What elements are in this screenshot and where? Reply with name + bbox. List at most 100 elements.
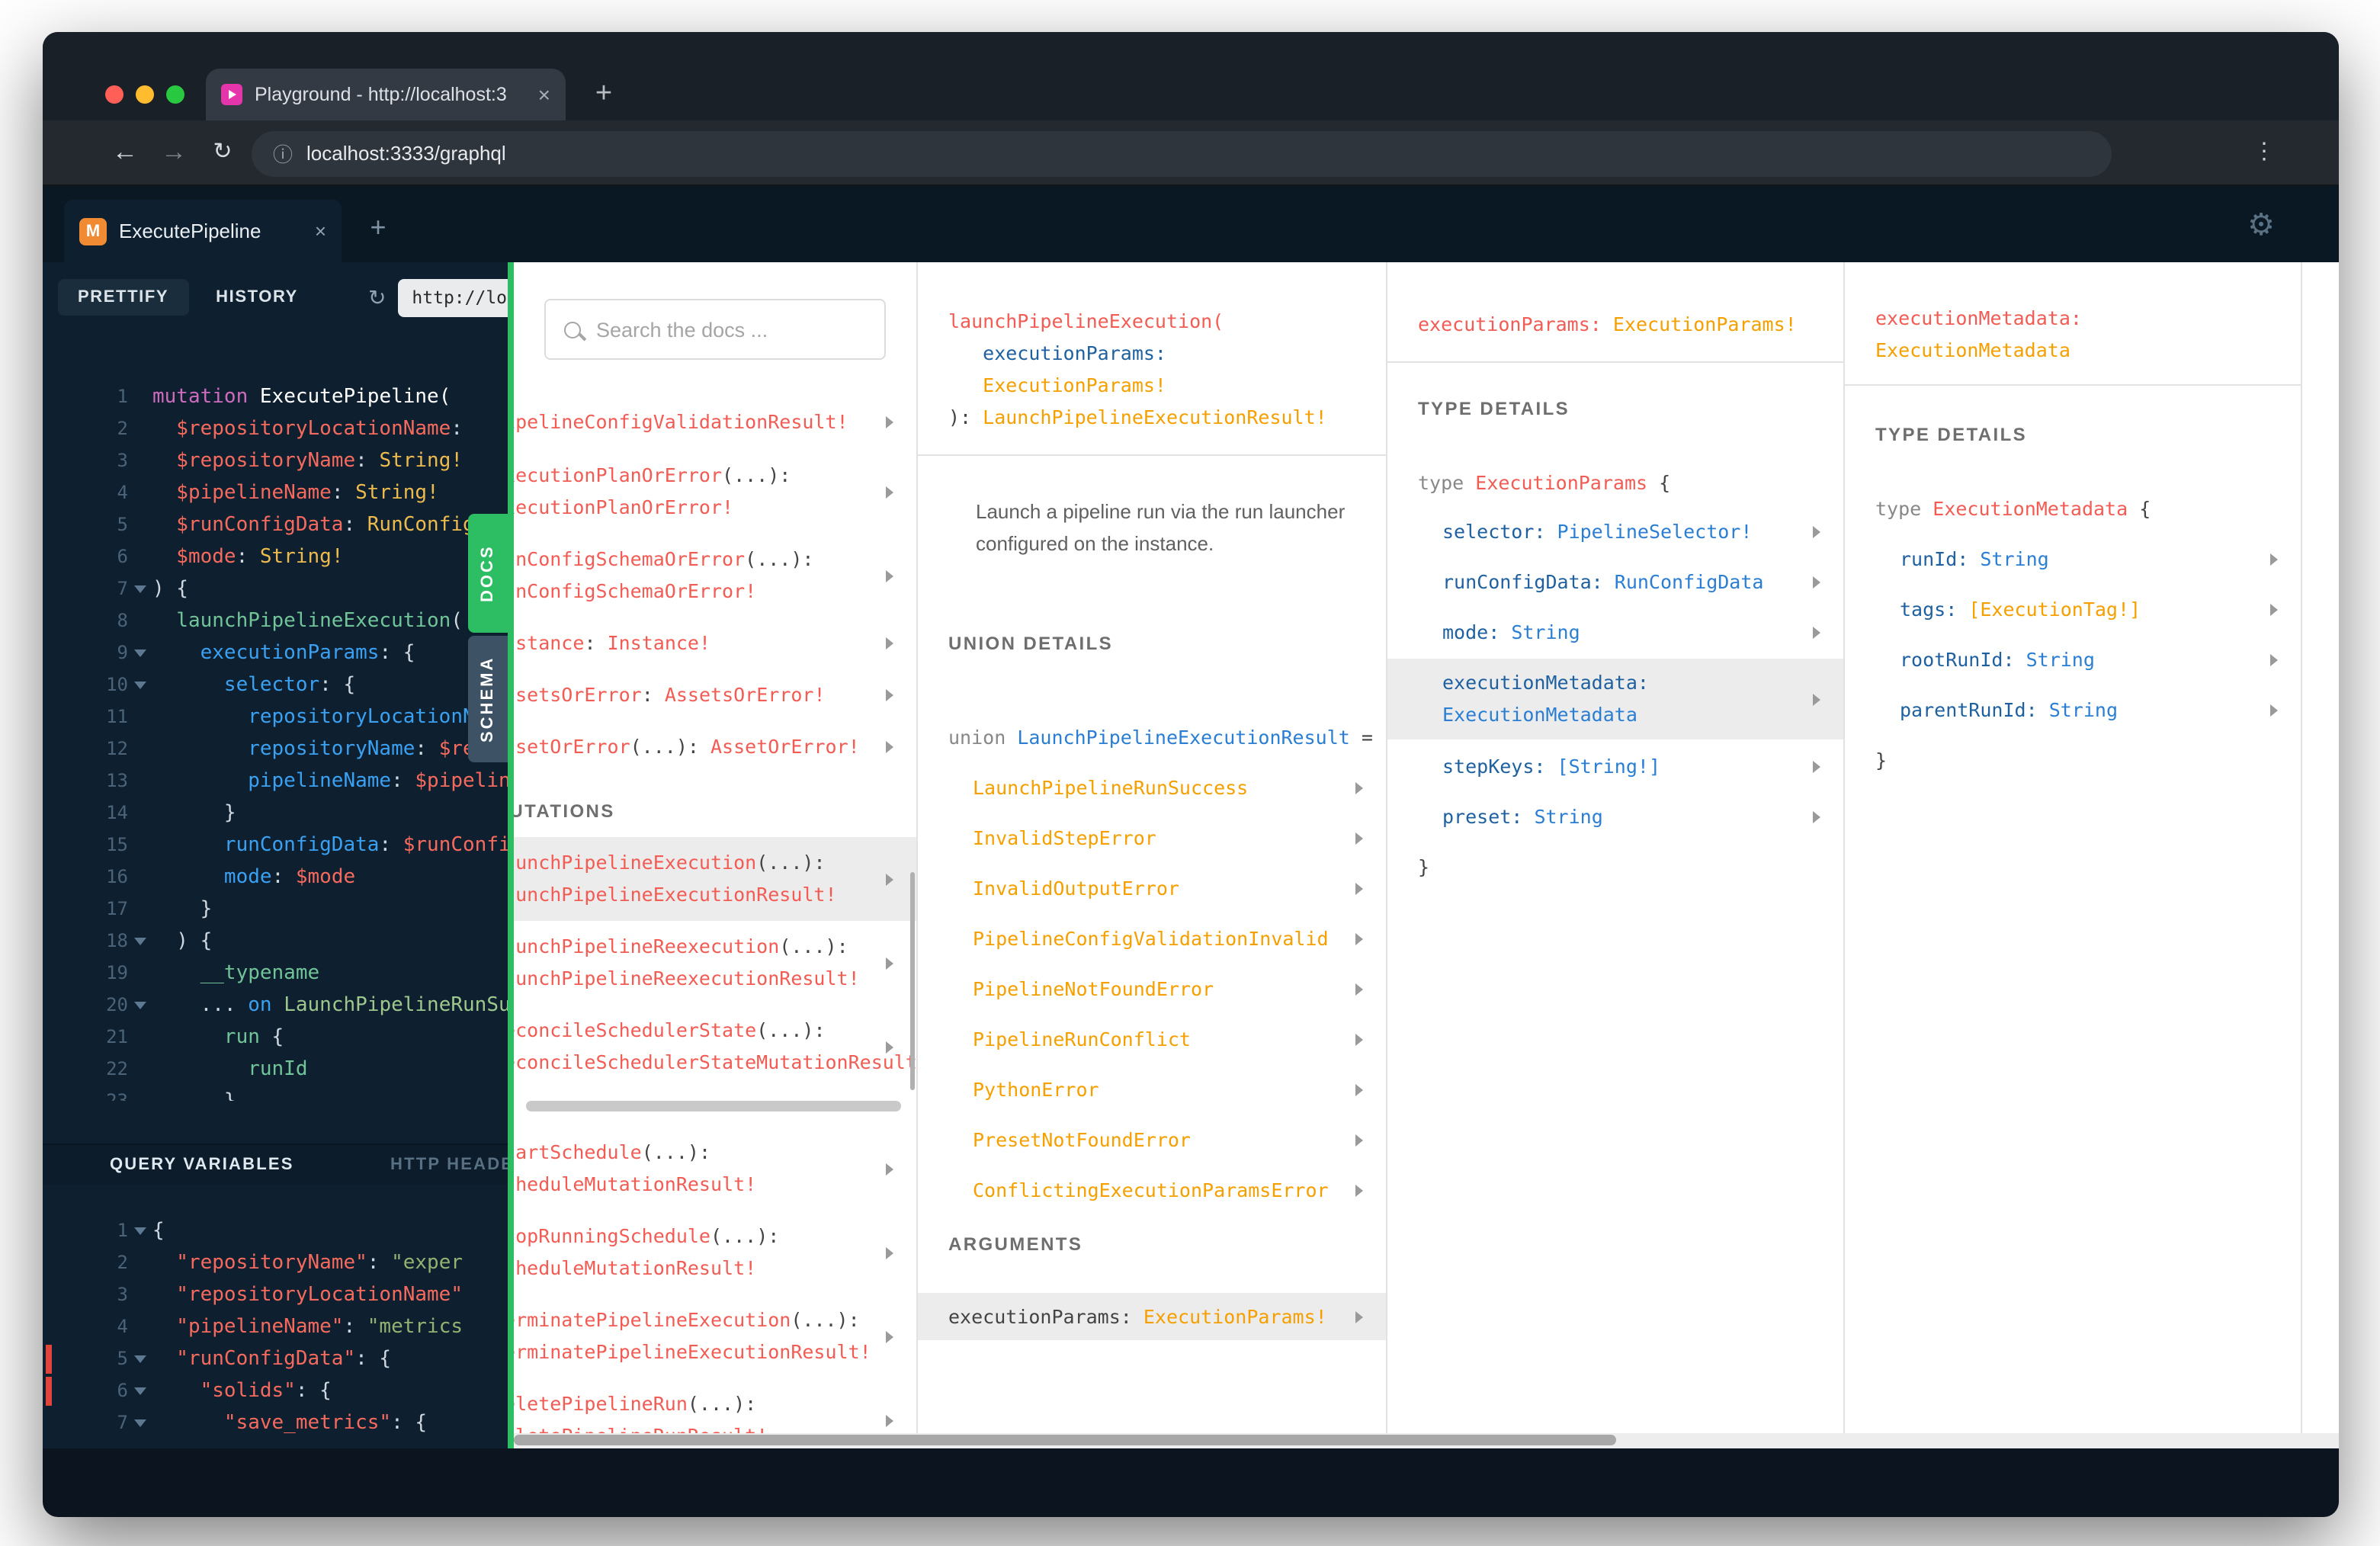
docs-resize-handle[interactable] — [508, 262, 514, 1448]
prettify-button[interactable]: PRETTIFY — [58, 279, 189, 316]
endpoint-reload-icon[interactable]: ↻ — [368, 284, 386, 310]
type-field[interactable]: runId: String — [1845, 543, 2301, 575]
horizontal-scrollbar[interactable] — [514, 1433, 2339, 1448]
type-field[interactable]: parentRunId: String — [1845, 694, 2301, 726]
type-field[interactable]: stepKeys: [String!] — [1387, 750, 1843, 782]
tab-close-icon[interactable]: × — [538, 84, 550, 105]
type-field[interactable]: rootRunId: String — [1845, 643, 2301, 675]
fold-caret-icon[interactable] — [128, 573, 152, 605]
code-line[interactable]: 6 "solids": { — [43, 1375, 511, 1407]
fold-caret-icon[interactable] — [128, 1343, 152, 1375]
tab-query-variables[interactable]: QUERY VARIABLES — [110, 1156, 294, 1174]
vertical-scrollbar[interactable] — [910, 872, 915, 1090]
traffic-light-minimize[interactable] — [136, 85, 154, 104]
code-line[interactable]: 16 mode: $mode — [43, 861, 511, 893]
argument-row[interactable]: executionParams: ExecutionParams! — [918, 1293, 1386, 1340]
doc-list-item[interactable]: stopRunningSchedule(...): ScheduleMutatio… — [514, 1211, 916, 1294]
doc-list-item[interactable]: executionPlanOrError(...): ExecutionPlanO… — [514, 450, 916, 534]
code-line[interactable]: 8 launchPipelineExecution( — [43, 605, 511, 637]
code-line[interactable]: 11 repositoryLocationName: $repositoryLo… — [43, 701, 511, 733]
traffic-light-close[interactable] — [105, 85, 123, 104]
browser-menu-button[interactable]: ⋮ — [2250, 120, 2278, 186]
settings-gear-icon[interactable]: ⚙ — [2241, 204, 2281, 244]
tab-http-headers[interactable]: HTTP HEADERS — [390, 1156, 511, 1174]
doc-list-item[interactable]: reconcileSchedulerState(...): ReconcileSc… — [514, 1005, 916, 1089]
fold-caret-icon[interactable] — [128, 1407, 152, 1439]
back-button[interactable]: ← — [104, 120, 146, 186]
browser-tab[interactable]: Playground - http://localhost:3 × — [206, 69, 566, 120]
code-line[interactable]: 6 $mode: String! — [43, 541, 511, 573]
code-line[interactable]: 13 pipelineName: $pipelineName — [43, 765, 511, 797]
side-tab-schema[interactable]: SCHEMA — [468, 636, 508, 762]
doc-list-item[interactable]: assetsOrError: AssetsOrError! — [514, 669, 916, 721]
union-member[interactable]: InvalidStepError — [918, 813, 1386, 863]
fold-caret-icon[interactable] — [128, 637, 152, 669]
code-line[interactable]: 7) { — [43, 573, 511, 605]
code-line[interactable]: 20 ... on LaunchPipelineRunSuccess { — [43, 990, 511, 1022]
playground-tab[interactable]: M ExecutePipeline × — [64, 200, 342, 262]
url-bar[interactable]: ⓘ localhost:3333/graphql — [252, 130, 2112, 176]
code-line[interactable]: 3 $repositoryName: String! — [43, 445, 511, 477]
code-line[interactable]: 5 $runConfigData: RunConfigData! — [43, 509, 511, 541]
code-line[interactable]: 4 $pipelineName: String! — [43, 477, 511, 509]
fold-caret-icon[interactable] — [128, 990, 152, 1022]
traffic-light-zoom[interactable] — [166, 85, 184, 104]
endpoint-input[interactable] — [398, 278, 511, 316]
fold-caret-icon[interactable] — [128, 925, 152, 957]
code-line[interactable]: 1{ — [43, 1215, 511, 1247]
doc-list-item[interactable]: terminatePipelineExecution(...): Terminat… — [514, 1294, 916, 1378]
union-member[interactable]: PipelineConfigValidationInvalid — [918, 913, 1386, 964]
code-line[interactable]: 19 __typename — [43, 957, 511, 990]
doc-list-item[interactable]: assetOrError(...): AssetOrError! — [514, 721, 916, 773]
union-member[interactable]: PipelineRunConflict — [918, 1014, 1386, 1064]
union-member[interactable]: ConflictingExecutionParamsError — [918, 1165, 1386, 1215]
code-line[interactable]: 22 runId — [43, 1054, 511, 1086]
history-button[interactable]: HISTORY — [216, 288, 298, 306]
doc-list-item[interactable]: launchPipelineReexecution(...): LaunchPip… — [514, 921, 916, 1005]
type-field[interactable]: preset: String — [1387, 800, 1843, 832]
forward-button[interactable]: → — [152, 120, 195, 186]
playground-tab-close-icon[interactable]: × — [315, 220, 326, 242]
type-field[interactable]: executionMetadata: ExecutionMetadata — [1387, 659, 1843, 739]
doc-list-item[interactable]: launchPipelineExecution(...): LaunchPipel… — [514, 837, 916, 921]
union-member[interactable]: PresetNotFoundError — [918, 1115, 1386, 1165]
side-tab-docs[interactable]: DOCS — [468, 514, 508, 633]
code-line[interactable]: 10 selector: { — [43, 669, 511, 701]
fold-caret-icon[interactable] — [128, 669, 152, 701]
code-line[interactable]: 23 } — [43, 1086, 511, 1101]
code-line[interactable]: 18 ) { — [43, 925, 511, 957]
type-field[interactable]: tags: [ExecutionTag!] — [1845, 593, 2301, 625]
code-line[interactable]: 14 } — [43, 797, 511, 829]
code-line[interactable]: 2 "repositoryName": "exper — [43, 1247, 511, 1279]
code-line[interactable]: 3 "repositoryLocationName" — [43, 1279, 511, 1311]
fold-caret-icon[interactable] — [128, 1375, 152, 1407]
variables-editor[interactable]: 1{2 "repositoryName": "exper 3 "repositor… — [43, 1215, 511, 1444]
code-line[interactable]: 2 $repositoryLocationName: — [43, 413, 511, 445]
doc-list-item-partial[interactable]: PipelineConfigValidationResult! — [514, 406, 916, 438]
code-line[interactable]: 17 } — [43, 893, 511, 925]
doc-list-item[interactable]: instance: Instance! — [514, 617, 916, 669]
code-line[interactable]: 15 runConfigData: $runConfigData — [43, 829, 511, 861]
type-field[interactable]: mode: String — [1387, 616, 1843, 648]
query-editor[interactable]: 1 mutation ExecutePipeline(2 $repositoryL… — [43, 381, 511, 1101]
code-line[interactable]: 12 repositoryName: $repositoryName — [43, 733, 511, 765]
code-line[interactable]: 5 "runConfigData": { — [43, 1343, 511, 1375]
docs-search-input[interactable] — [596, 318, 866, 341]
code-line[interactable]: 9 executionParams: { — [43, 637, 511, 669]
code-line[interactable]: 7 "save_metrics": { — [43, 1407, 511, 1439]
union-member[interactable]: LaunchPipelineRunSuccess — [918, 762, 1386, 813]
union-member[interactable]: PipelineNotFoundError — [918, 964, 1386, 1014]
new-tab-button[interactable]: + — [584, 75, 624, 114]
info-icon[interactable]: ⓘ — [273, 139, 293, 168]
column-horizontal-scrollbar[interactable] — [526, 1101, 901, 1111]
doc-list-item[interactable]: runConfigSchemaOrError(...): RunConfigSch… — [514, 534, 916, 617]
code-line[interactable]: 1 mutation ExecutePipeline( — [43, 381, 511, 413]
union-member[interactable]: InvalidOutputError — [918, 863, 1386, 913]
doc-list-item[interactable]: startSchedule(...): ScheduleMutationResul… — [514, 1127, 916, 1211]
fold-caret-icon[interactable] — [128, 1215, 152, 1247]
type-field[interactable]: selector: PipelineSelector! — [1387, 515, 1843, 547]
playground-new-tab-button[interactable]: + — [360, 209, 396, 245]
code-line[interactable]: 21 run { — [43, 1022, 511, 1054]
doc-list-item[interactable]: deletePipelineRun(...): DeletePipelineRun… — [514, 1378, 916, 1433]
type-field[interactable]: runConfigData: RunConfigData — [1387, 566, 1843, 598]
